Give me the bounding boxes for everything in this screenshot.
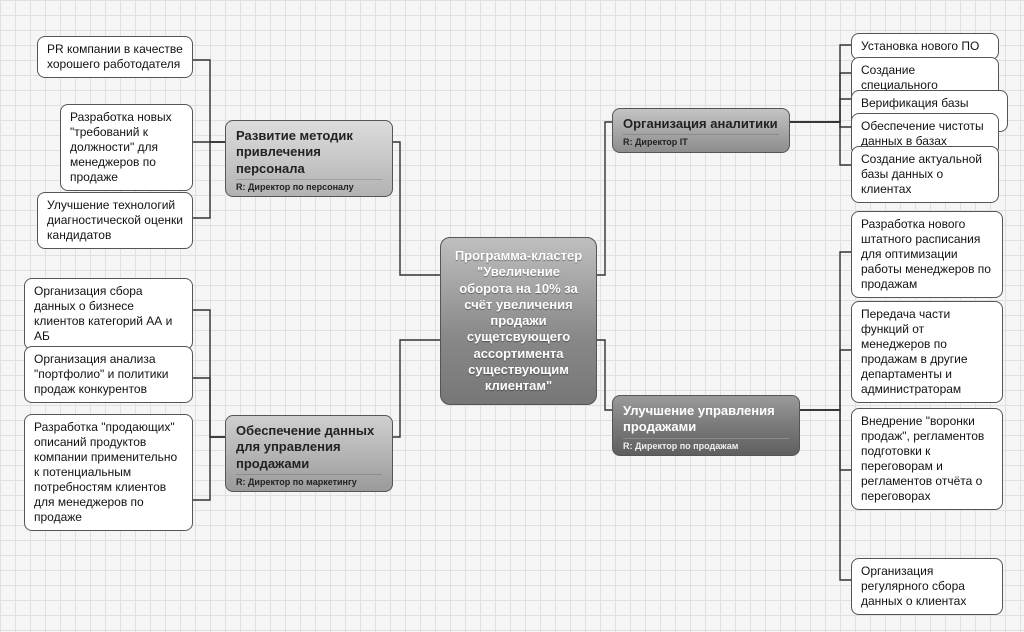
leaf: Организация сбора данных о бизнесе клиен… [24,278,193,350]
branch-responsible: R: Директор по маркетингу [236,474,382,488]
leaf: Передача части функций от менеджеров по … [851,301,1003,403]
branch-personnel: Развитие методик привлечения персонала R… [225,120,393,197]
leaf: Установка нового ПО [851,33,999,60]
leaf: Организация анализа "портфолио" и полити… [24,346,193,403]
leaf: Внедрение "воронки продаж", регламентов … [851,408,1003,510]
center-title: Программа-кластер "Увеличение оборота на… [455,248,582,393]
leaf: Разработка нового штатного расписания дл… [851,211,1003,298]
center-node: Программа-кластер "Увеличение оборота на… [440,237,597,405]
branch-analytics: Организация аналитики R: Директор IT [612,108,790,153]
branch-title: Обеспечение данных для управления продаж… [236,423,382,472]
leaf: Создание актуальной базы данных о клиент… [851,146,999,203]
branch-responsible: R: Директор по продажам [623,438,789,452]
leaf: Организация регулярного сбора данных о к… [851,558,1003,615]
branch-responsible: R: Директор по персоналу [236,179,382,193]
branch-title: Развитие методик привлечения персонала [236,128,382,177]
leaf: Улучшение технологий диагностической оце… [37,192,193,249]
branch-title: Улучшение управления продажами [623,403,789,436]
branch-sales: Улучшение управления продажами R: Директ… [612,395,800,456]
leaf: PR компании в качестве хорошего работода… [37,36,193,78]
leaf: Разработка новых "требований к должности… [60,104,193,191]
branch-title: Организация аналитики [623,116,779,132]
leaf: Разработка "продающих" описаний продукто… [24,414,193,531]
branch-marketing: Обеспечение данных для управления продаж… [225,415,393,492]
branch-responsible: R: Директор IT [623,134,779,148]
